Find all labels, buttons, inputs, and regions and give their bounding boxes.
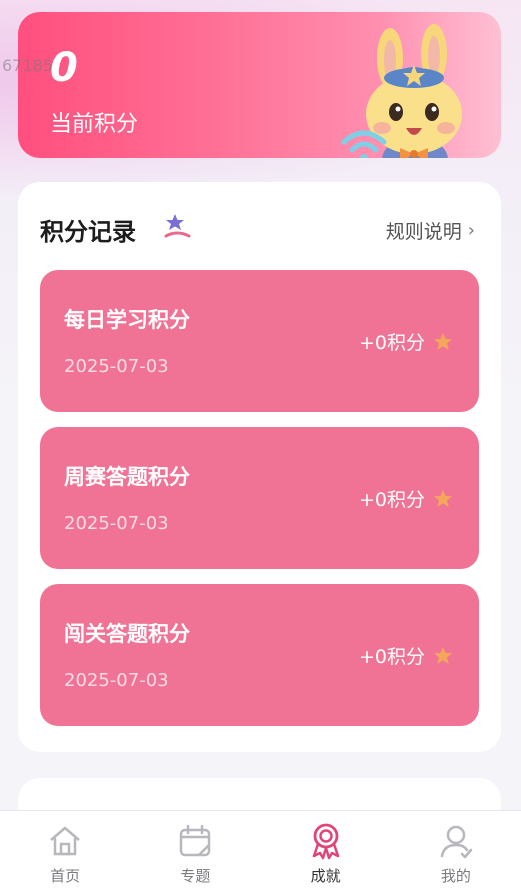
record-date: 2025-07-03 xyxy=(64,513,169,534)
star-ribbon-icon xyxy=(164,214,191,238)
chevron-right-icon: › xyxy=(467,220,475,241)
record-points-value: +0积分 xyxy=(358,646,425,668)
rules-link-label: 规则说明 xyxy=(385,221,462,243)
record-points-value: +0积分 xyxy=(358,489,425,511)
record-name: 周赛答题积分 xyxy=(64,465,190,489)
record-points: +0积分 xyxy=(359,642,453,669)
tab-achievements-label: 成就 xyxy=(310,867,341,885)
tab-home[interactable]: 首页 xyxy=(0,811,130,889)
records-title: 积分记录 xyxy=(40,218,136,246)
star-icon xyxy=(434,332,452,350)
medal-icon xyxy=(312,823,339,860)
star-icon xyxy=(434,646,452,664)
points-records-panel: 积分记录 规则说明 › 每日学习积分 2025-07-03 +0积分 周赛答题积… xyxy=(18,182,501,752)
rabbit-mascot-image xyxy=(341,24,462,158)
current-score-label: 当前积分 xyxy=(50,112,139,137)
overlay-id-text: 67185 xyxy=(2,56,53,75)
bottom-tab-bar: 首页 专题 成就 我的 xyxy=(0,810,521,889)
tab-mine-label: 我的 xyxy=(440,867,471,885)
current-score-value: 0 xyxy=(50,45,78,91)
record-date: 2025-07-03 xyxy=(64,670,169,691)
record-card: 闯关答题积分 2025-07-03 +0积分 xyxy=(40,584,479,726)
record-points-value: +0积分 xyxy=(358,332,425,354)
tab-topics-label: 专题 xyxy=(180,867,211,885)
tab-mine[interactable]: 我的 xyxy=(391,811,521,889)
record-date: 2025-07-03 xyxy=(64,356,169,377)
record-card: 每日学习积分 2025-07-03 +0积分 xyxy=(40,270,479,412)
calendar-icon xyxy=(180,824,211,857)
tab-achievements[interactable]: 成就 xyxy=(261,811,391,889)
tab-home-label: 首页 xyxy=(50,867,81,885)
score-card: 0 当前积分 xyxy=(18,12,501,158)
tab-topics[interactable]: 专题 xyxy=(130,811,260,889)
rules-link[interactable]: 规则说明 › xyxy=(386,217,475,244)
record-name: 每日学习积分 xyxy=(64,308,190,332)
record-card: 周赛答题积分 2025-07-03 +0积分 xyxy=(40,427,479,569)
star-icon xyxy=(434,489,452,507)
home-icon xyxy=(50,826,80,856)
record-points: +0积分 xyxy=(359,485,453,512)
record-points: +0积分 xyxy=(359,328,453,355)
user-icon xyxy=(440,825,473,859)
record-name: 闯关答题积分 xyxy=(64,622,190,646)
